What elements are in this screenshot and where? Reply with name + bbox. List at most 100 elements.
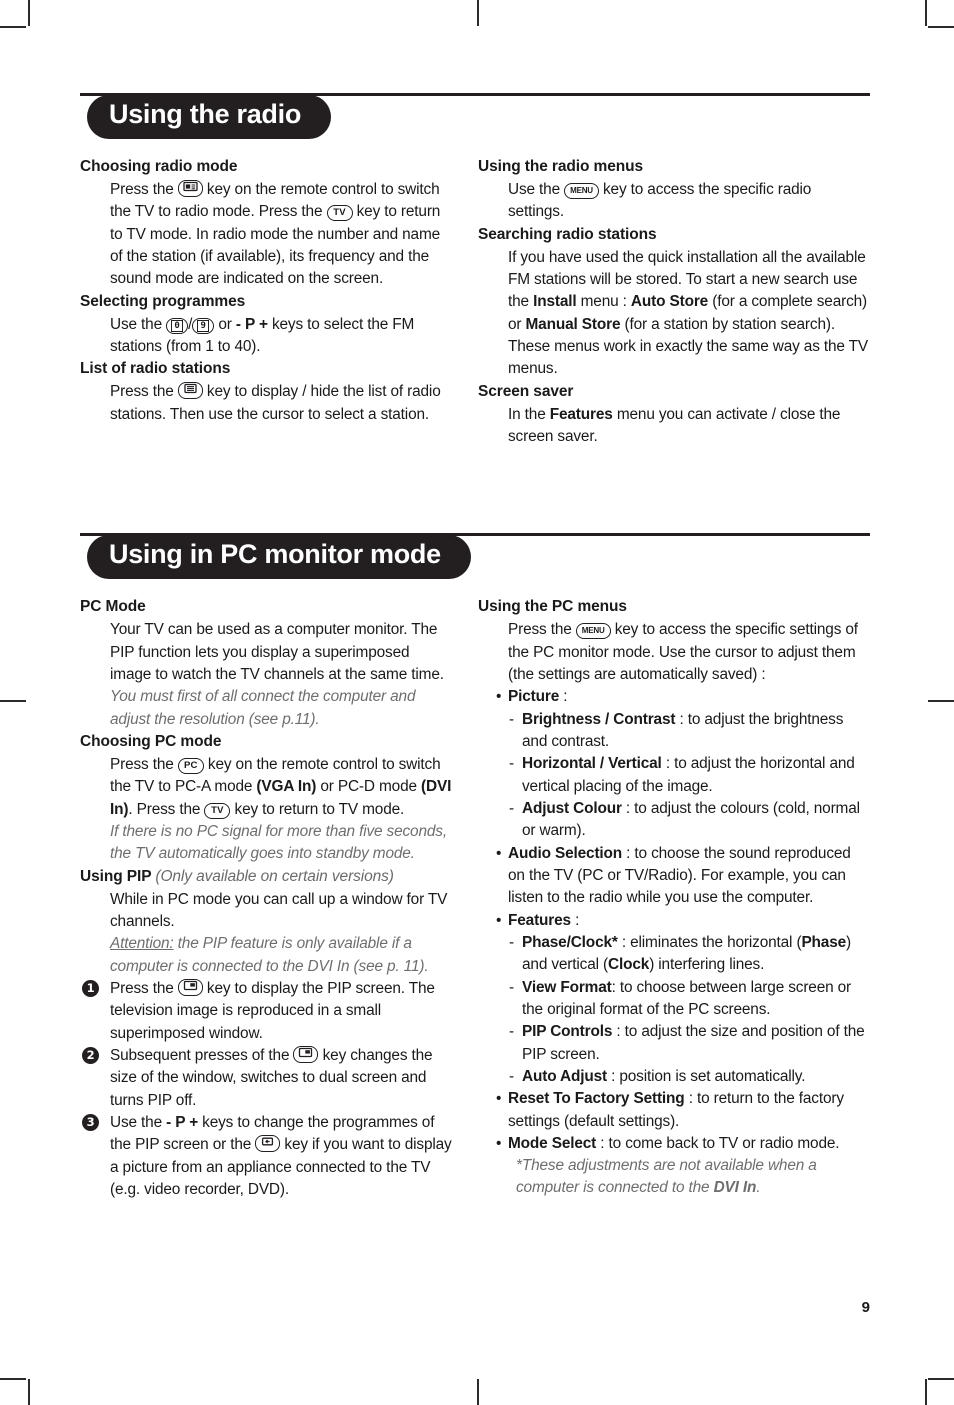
radio-left-column: Choosing radio mode Press the key on the…: [80, 156, 452, 448]
item-label: PIP Controls: [522, 1023, 613, 1041]
crop-mark-center-left: [0, 700, 26, 702]
step-3: 3 Use the - P + keys to change the progra…: [80, 1112, 452, 1201]
step-3-text-a: Use the: [110, 1113, 167, 1131]
text-menu-colon: menu :: [576, 293, 631, 311]
item-label: View Format: [522, 978, 612, 996]
item-text: :: [570, 911, 580, 929]
footnote-text-b: .: [756, 1179, 761, 1197]
list-item: • Mode Select : to come back to TV or rad…: [478, 1133, 870, 1155]
step-number-2: 2: [82, 1046, 99, 1064]
note-choosing-pc-mode: If there is no PC signal for more than f…: [110, 822, 447, 863]
note-using-pip: Attention: the PIP feature is only avail…: [80, 933, 452, 978]
para-searching-radio-stations: If you have used the quick installation …: [478, 247, 870, 381]
crop-mark-left-top: [0, 26, 26, 28]
para-using-pc-menus: Press the MENU key to access the specifi…: [478, 619, 870, 686]
item-label: Phase/Clock: [522, 933, 612, 951]
step-2: 2 Subsequent presses of the key changes t…: [80, 1045, 452, 1112]
heading-using-pip: Using PIP (Only available on certain ver…: [80, 866, 452, 888]
crop-mark-bottom-left: [28, 1379, 30, 1405]
pip-key-icon: [177, 978, 203, 996]
heading-choosing-radio-mode: Choosing radio mode: [80, 158, 238, 175]
text-press-the: Press the: [110, 181, 178, 198]
para-screen-saver: In the Features menu you can activate / …: [478, 404, 870, 449]
para-using-radio-menus: Use the MENU key to access the specific …: [478, 179, 870, 224]
section-title-pc: Using in PC monitor mode: [87, 535, 471, 580]
step-1: 1 Press the key to display the PIP screen…: [80, 978, 452, 1045]
item-bold-clock: Clock: [608, 956, 650, 974]
list-item: - PIP Controls : to adjust the size and p…: [478, 1021, 870, 1066]
footnote-bold-dvi-in: DVI In: [713, 1179, 757, 1197]
pc-left-column: PC Mode Your TV can be used as a compute…: [80, 596, 452, 1201]
bullet-dot-icon: •: [496, 1134, 502, 1152]
radio-right-column: Using the radio menus Use the MENU key t…: [478, 156, 870, 448]
bold-vga-in: (VGA In): [256, 778, 317, 796]
list-key-icon: [177, 382, 203, 400]
item-bold-phase: Phase: [801, 933, 847, 951]
list-item: • Features :: [478, 910, 870, 932]
av-source-key-icon: [255, 1135, 281, 1153]
para-using-pip: While in PC mode you can call up a windo…: [110, 890, 448, 930]
item-label: Adjust Colour: [522, 799, 622, 817]
section-banner-pc: Using in PC monitor mode: [80, 526, 870, 580]
pc-menu-list: • Picture : - Brightness / Contrast : to a…: [478, 686, 870, 1200]
crop-mark-top-left: [28, 0, 30, 26]
section-banner-radio: Using the radio: [80, 86, 870, 139]
heading-using-pc-menus: Using the PC menus: [478, 598, 627, 616]
heading-list-of-radio-stations: List of radio stations: [80, 360, 231, 378]
note-attention-label: Attention:: [110, 935, 174, 953]
heading-searching-radio-stations: Searching radio stations: [478, 225, 657, 243]
bold-install: Install: [533, 293, 577, 311]
heading-pc-mode: PC Mode: [80, 598, 146, 616]
step-2-text-a: Subsequent presses of the: [110, 1046, 294, 1064]
text-use-the-menu: Use the: [508, 181, 565, 198]
dash-icon: -: [509, 1067, 514, 1085]
crop-mark-top-right: [925, 0, 927, 26]
pc-menu-footnote: *These adjustments are not available whe…: [478, 1155, 870, 1200]
tv-key-icon: TV: [326, 205, 353, 222]
para-choosing-pc-mode: Press the PC key on the remote control t…: [80, 754, 452, 821]
dash-icon: -: [509, 933, 514, 951]
para-pc-mode: Your TV can be used as a computer monito…: [110, 621, 444, 683]
menu-key-icon: MENU: [575, 623, 611, 640]
text-press-menu-key: Press the: [508, 621, 576, 639]
crop-mark-right-top: [928, 26, 954, 28]
list-item: - Auto Adjust : position is set automatic…: [478, 1066, 870, 1088]
item-text: : to come back to TV or radio mode.: [596, 1134, 840, 1152]
item-text: :: [559, 688, 568, 706]
item-label: Brightness / Contrast: [522, 710, 676, 728]
list-item: - Horizontal / Vertical : to adjust the h…: [478, 753, 870, 798]
step-number-1: 1: [82, 979, 99, 997]
crop-mark-center-bottom: [477, 1379, 479, 1405]
item-label: Features: [508, 911, 571, 929]
dash-icon: -: [509, 978, 514, 996]
bullet-dot-icon: •: [496, 688, 502, 706]
pip-key-icon: [293, 1045, 319, 1063]
pc-key-icon: PC: [177, 757, 204, 774]
bullet-dot-icon: •: [496, 911, 502, 929]
dash-icon: -: [509, 710, 514, 728]
item-label: Auto Adjust: [522, 1067, 607, 1085]
page-content: Using the radio Choosing radio mode Pres…: [80, 86, 870, 1316]
tv-key-icon: TV: [204, 802, 231, 819]
heading-choosing-pc-mode: Choosing PC mode: [80, 732, 222, 750]
list-item: • Reset To Factory Setting : to return to…: [478, 1088, 870, 1133]
item-label: Horizontal / Vertical: [522, 755, 662, 773]
crop-mark-center-top: [477, 0, 479, 26]
dash-icon: -: [509, 755, 514, 773]
para-list-of-radio-stations: Press the key to display / hide the list…: [80, 381, 452, 426]
bullet-dot-icon: •: [496, 1090, 502, 1108]
bold-p-plus-minus: - P +: [166, 1113, 199, 1131]
step-1-text-a: Press the: [110, 979, 178, 997]
list-item: • Audio Selection : to choose the sound r…: [478, 843, 870, 910]
bullet-dot-icon: •: [496, 844, 502, 862]
list-item: • Picture :: [478, 686, 870, 708]
list-item: - View Format: to choose between large sc…: [478, 977, 870, 1022]
list-item: - Brightness / Contrast : to adjust the b…: [478, 709, 870, 754]
dash-icon: -: [509, 1023, 514, 1041]
crop-mark-right-bottom: [928, 1378, 954, 1380]
list-item: - Adjust Colour : to adjust the colours (…: [478, 798, 870, 843]
page-number: 9: [861, 1299, 870, 1316]
heading-screen-saver: Screen saver: [478, 382, 574, 400]
digit-zero-key-icon: 0: [166, 317, 189, 334]
